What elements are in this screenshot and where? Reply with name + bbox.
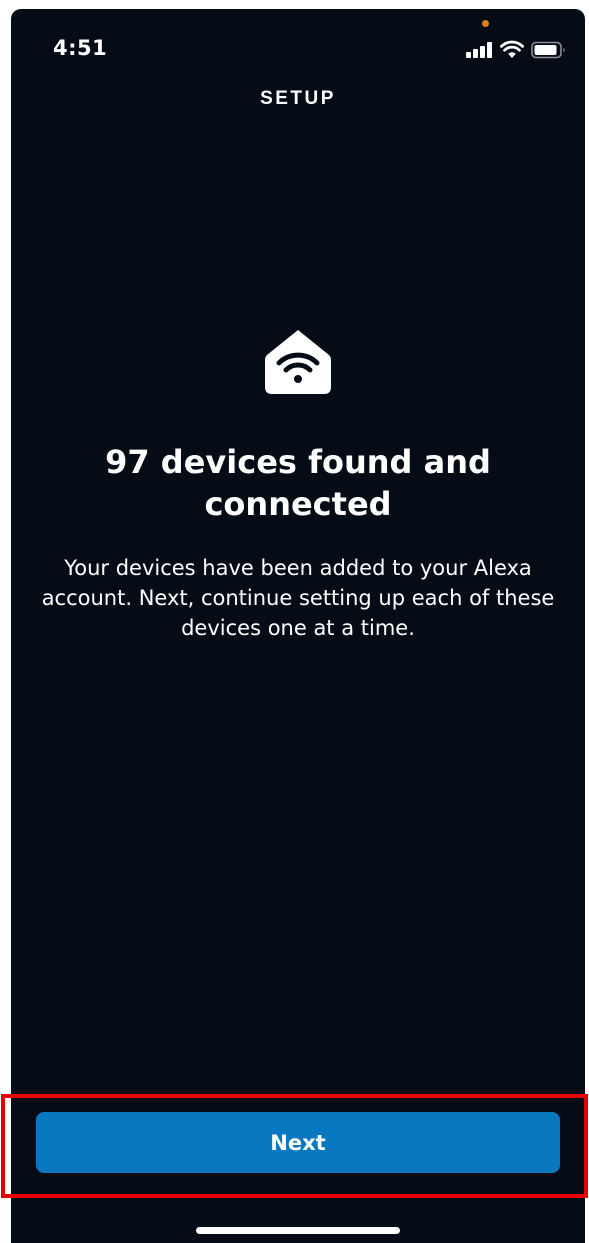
status-time: 4:51 — [53, 36, 108, 60]
description-text: Your devices have been added to your Ale… — [41, 556, 555, 640]
wifi-icon — [500, 40, 524, 58]
page-title: SETUP — [260, 88, 336, 109]
home-wifi-icon — [265, 330, 331, 394]
home-indicator[interactable] — [196, 1227, 400, 1234]
phone-screen: 4:51 SETUP 97 devices found and connecte… — [11, 9, 585, 1243]
privacy-indicator-dot — [482, 20, 489, 27]
battery-icon — [531, 41, 565, 59]
cellular-signal-icon — [466, 42, 494, 58]
headline: 97 devices found and connected — [105, 443, 491, 523]
next-button[interactable]: Next — [36, 1112, 560, 1173]
